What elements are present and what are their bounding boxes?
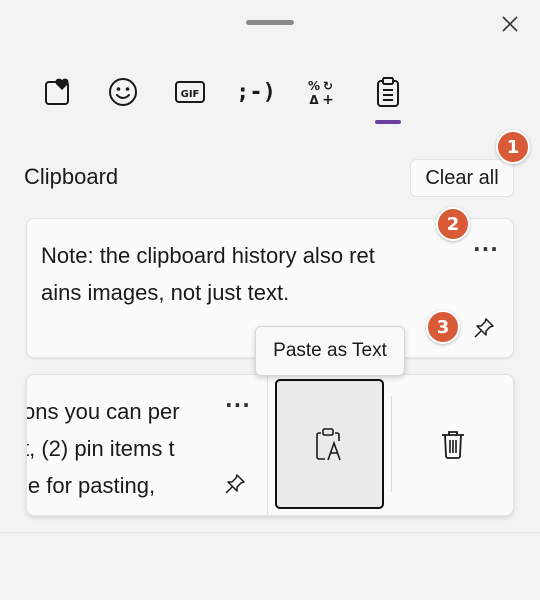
pin-icon [225,474,245,494]
panel-divider [0,532,540,533]
svg-text:↻: ↻ [323,79,333,93]
smiley-icon [109,78,137,106]
gif-icon-label: GIF [181,89,200,100]
kaomoji-icon: ;-) [236,79,276,105]
close-button[interactable] [498,12,522,36]
clipboard-item-content[interactable]: ons you can per t, (2) pin items t le fo… [27,375,268,515]
clipboard-item-line: ains images, not just text. [41,280,290,305]
active-tab-indicator [375,120,401,124]
paste-as-text-tooltip: Paste as Text [255,326,405,376]
clipboard-icon [377,77,399,107]
delete-button[interactable] [393,379,513,509]
clipboard-item-line: Note: the clipboard history also ret [41,243,375,268]
svg-text:+: + [322,92,334,108]
drag-handle[interactable] [246,20,294,25]
paste-as-text-icon [315,428,341,461]
tab-emoji[interactable] [95,68,151,116]
trash-icon [442,431,464,459]
gif-icon: GIF [175,81,205,103]
paste-as-text-button[interactable] [275,379,384,509]
heart-icon [45,78,69,105]
pin-button[interactable] [473,317,495,339]
tab-favorites[interactable] [30,68,86,116]
svg-text:Δ: Δ [309,93,319,107]
svg-text:%: % [308,79,320,93]
more-options-button[interactable]: ··· [473,237,499,261]
clear-all-button[interactable]: Clear all [410,159,514,197]
clipboard-item-text: Note: the clipboard history also ret ain… [41,237,441,311]
close-icon [502,16,518,32]
more-options-button[interactable]: ··· [225,393,251,417]
annotation-badge-2: 2 [436,207,470,241]
tab-clipboard[interactable] [360,68,416,116]
tab-kaomoji[interactable]: ;-) [228,68,284,116]
pin-icon [474,318,494,338]
action-divider [391,396,392,492]
pin-button[interactable] [224,473,246,495]
tab-symbols[interactable]: % ↻ Δ + [294,68,350,116]
annotation-badge-3: 3 [426,310,460,344]
tab-gif[interactable]: GIF [162,68,218,116]
annotation-badge-1: 1 [496,130,530,164]
emoji-clipboard-panel: GIF ;-) % ↻ Δ + Clipboard Clear all 1 No… [0,0,540,600]
category-tabs: GIF ;-) % ↻ Δ + [30,68,430,128]
symbols-icon: % ↻ Δ + [308,79,334,108]
section-title: Clipboard [24,164,119,189]
clipboard-item-line: t, (2) pin items t [27,436,175,461]
